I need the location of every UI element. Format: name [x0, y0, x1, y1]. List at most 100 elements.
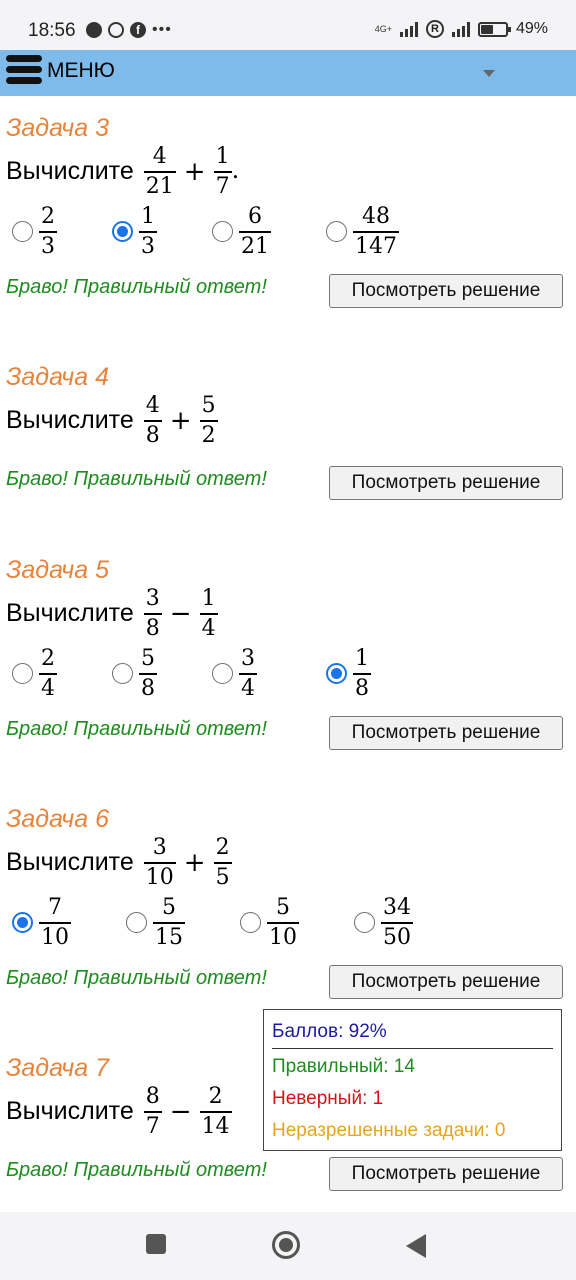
radio-button[interactable]: [326, 221, 347, 243]
feedback-message: Браво! Правильный ответ!: [6, 1159, 267, 1181]
task-title: Задача 6: [6, 805, 109, 833]
radio-button[interactable]: [212, 221, 233, 243]
task-question: Вычислите 4 8 +5 2: [6, 393, 218, 449]
network-type-icon: 4G+: [374, 23, 392, 34]
option-fraction-denominator: 3: [141, 233, 155, 259]
signal-icon: [399, 21, 418, 37]
radio-button[interactable]: [126, 912, 147, 934]
option-fraction-numerator: 5: [141, 646, 155, 671]
radio-button[interactable]: [112, 663, 133, 685]
view-solution-button[interactable]: Посмотреть решение: [329, 466, 563, 500]
feedback-message: Браво! Правильный ответ!: [6, 276, 267, 298]
answer-option[interactable]: 18: [326, 646, 371, 702]
option-fraction-denominator: 4: [41, 675, 55, 701]
recent-apps-icon[interactable]: [146, 1234, 166, 1254]
expr-fraction-a: 38: [143, 586, 162, 642]
radio-button[interactable]: [240, 912, 261, 934]
expr-operator: −: [169, 598, 192, 629]
answer-options: 24583418: [0, 646, 576, 706]
expr-fraction-a-numerator: 3: [152, 835, 167, 860]
option-fraction-denominator: 50: [383, 924, 411, 950]
expr-fraction-a-numerator: 4: [145, 393, 160, 418]
option-fraction-denominator: 8: [355, 675, 369, 701]
answer-option[interactable]: 34: [212, 646, 257, 702]
expr-fraction-a-bar: [143, 862, 176, 864]
expr-fraction-b-numerator: 1: [201, 586, 216, 611]
option-fraction-denominator: 21: [241, 233, 269, 259]
answer-option[interactable]: 58: [112, 646, 157, 702]
expr-operator: +: [183, 847, 206, 878]
option-fraction-denominator: 10: [41, 924, 69, 950]
battery-percent: 49%: [515, 20, 548, 37]
expr-fraction-b-numerator: 2: [215, 835, 230, 860]
answer-option[interactable]: 48 147: [326, 204, 399, 260]
question-word: Вычислите: [6, 406, 134, 435]
radio-button[interactable]: [12, 912, 33, 934]
task-title: Задача 4: [6, 363, 109, 391]
view-solution-button[interactable]: Посмотреть решение: [329, 965, 563, 999]
expr-fraction-b-denominator: 2: [201, 422, 216, 448]
expr-fraction-a-numerator: 8: [145, 1084, 160, 1109]
option-fraction-bar: [153, 922, 185, 924]
score-correct: Правильный: 14: [272, 1056, 415, 1077]
option-fraction: 23: [39, 204, 57, 260]
status-bar: 18:56 f ••• 4G+ R 49%: [0, 0, 576, 50]
feedback-message: Браво! Правильный ответ!: [6, 468, 267, 490]
view-solution-button[interactable]: Посмотреть решение: [329, 274, 563, 308]
option-fraction-numerator: 1: [141, 204, 155, 229]
task-question: Вычислите 8 7−2 14: [6, 1084, 232, 1140]
view-solution-button[interactable]: Посмотреть решение: [329, 1157, 563, 1191]
expr-fraction-b-bar: [199, 1111, 232, 1113]
home-icon[interactable]: [272, 1231, 300, 1259]
option-fraction-numerator: 48: [362, 204, 390, 229]
menu-bar[interactable]: МЕНЮ: [0, 50, 576, 96]
radio-button[interactable]: [354, 912, 375, 934]
answer-option[interactable]: 23: [12, 204, 57, 260]
radio-button[interactable]: [212, 663, 233, 685]
answer-options: 2 3 1 3 6 21 48 147: [0, 204, 576, 264]
question-word: Вычислите: [6, 1097, 134, 1126]
expr-fraction-a: 4 21: [143, 144, 176, 200]
chevron-down-icon[interactable]: [483, 70, 495, 77]
back-icon[interactable]: [406, 1234, 426, 1258]
menu-label[interactable]: МЕНЮ: [47, 59, 115, 83]
answer-option[interactable]: 7 10: [12, 895, 71, 951]
expr-fraction-a-denominator: 8: [145, 422, 160, 448]
expr-fraction-b-bar: [213, 862, 232, 864]
feedback-message: Браво! Правильный ответ!: [6, 967, 267, 989]
hamburger-menu-icon[interactable]: [6, 55, 42, 91]
task-question: Вычислите 3 10 +2 5: [6, 835, 232, 891]
answer-option[interactable]: 5 15: [126, 895, 185, 951]
option-fraction: 48 147: [353, 204, 399, 260]
answer-option[interactable]: 13: [112, 204, 157, 260]
option-fraction-numerator: 1: [355, 646, 369, 671]
expr-fraction-a-bar: [143, 613, 162, 615]
expr-fraction-b-numerator: 1: [215, 144, 230, 169]
radio-button[interactable]: [12, 221, 33, 243]
expr-fraction-b-bar: [199, 613, 218, 615]
radio-button[interactable]: [112, 221, 133, 243]
option-fraction-denominator: 8: [141, 675, 155, 701]
radio-button[interactable]: [12, 663, 33, 685]
option-fraction: 7 10: [39, 895, 71, 951]
option-fraction-bar: [239, 673, 257, 675]
option-fraction-numerator: 3: [241, 646, 255, 671]
option-fraction: 58: [139, 646, 157, 702]
view-solution-button[interactable]: Посмотреть решение: [329, 716, 563, 750]
answer-option[interactable]: 34 50: [354, 895, 413, 951]
radio-button[interactable]: [326, 663, 347, 685]
option-fraction-denominator: 3: [41, 233, 55, 259]
expr-fraction-b-denominator: 14: [201, 1113, 230, 1139]
signal-2-icon: [451, 21, 470, 37]
option-fraction-numerator: 7: [48, 895, 62, 920]
answer-option[interactable]: 24: [12, 646, 57, 702]
answer-option[interactable]: 6 21: [212, 204, 271, 260]
option-fraction: 5 10: [267, 895, 299, 951]
expr-fraction-b: 2 14: [199, 1084, 232, 1140]
answer-option[interactable]: 5 10: [240, 895, 299, 951]
option-fraction: 34: [239, 646, 257, 702]
option-fraction: 13: [139, 204, 157, 260]
chat-bubble-icon: [86, 22, 102, 38]
task-title: Задача 5: [6, 556, 109, 584]
expr-fraction-a-bar: [143, 171, 176, 173]
